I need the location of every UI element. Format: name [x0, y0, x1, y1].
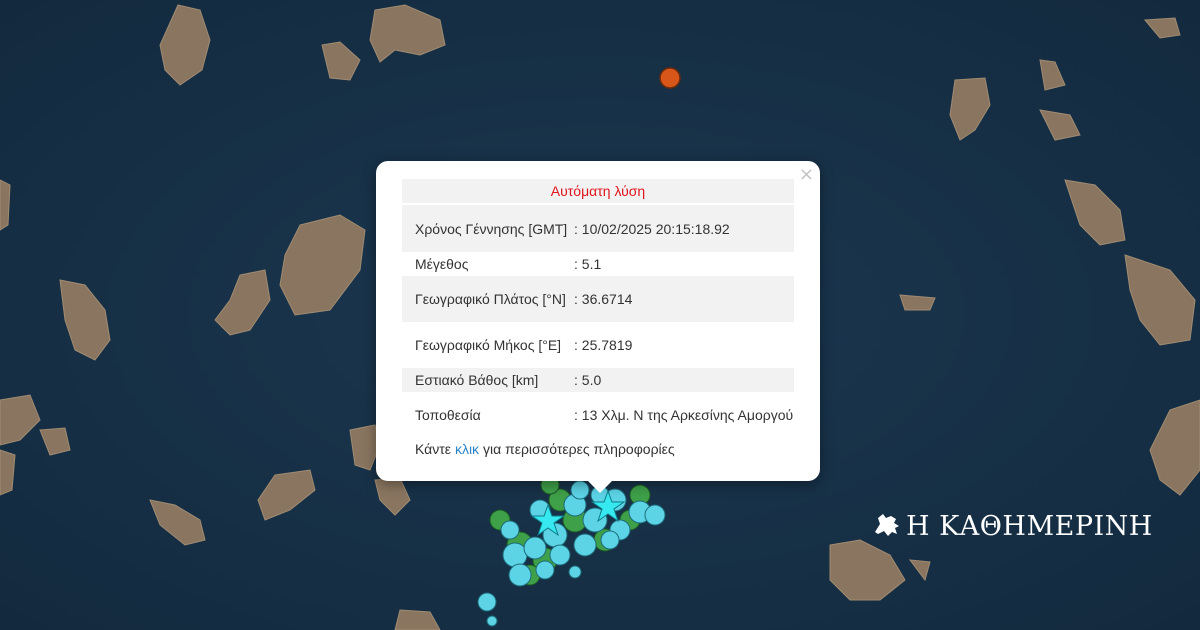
row-label-depth: Εστιακό Βάθος [km] [402, 368, 570, 392]
island [0, 179, 11, 231]
table-row: Γεωγραφικό Πλάτος [°N] : 36.6714 [402, 276, 794, 322]
row-value-depth: : 5.0 [570, 368, 794, 392]
event-info-table: Χρόνος Γέννησης [GMT] : 10/02/2025 20:15… [402, 205, 794, 438]
row-value-origin-time: : 10/02/2025 20:15:18.92 [570, 205, 794, 252]
row-value-latitude: : 36.6714 [570, 276, 794, 322]
publisher-logo: Η ΚΑΘΗΜΕΡΙΝΗ [872, 510, 1153, 545]
row-label-magnitude: Μέγεθος [415, 256, 469, 272]
row-label-latitude: Γεωγραφικό Πλάτος [°N] [402, 276, 570, 322]
row-label-location: Τοποθεσία [415, 407, 481, 423]
close-icon[interactable]: × [799, 165, 814, 185]
popup-title: Αυτόματη λύση [402, 179, 794, 203]
event-popup: × Αυτόματη λύση Χρόνος Γέννησης [GMT] : … [376, 161, 820, 481]
row-label-origin-time: Χρόνος Γέννησης [GMT] [402, 205, 570, 252]
more-info-line: Κάντε κλικ για περισσότερες πληροφορίες [415, 441, 675, 457]
more-info-suffix: για περισσότερες πληροφορίες [482, 441, 675, 457]
table-row: Γεωγραφικό Μήκος [°E] : 25.7819 [402, 322, 794, 368]
row-value-longitude: : 25.7819 [574, 337, 633, 353]
row-value-location: : 13 Χλμ. Ν της Αρκεσίνης Αμοργού [574, 407, 794, 423]
row-label-longitude: Γεωγραφικό Μήκος [°E] [415, 337, 562, 353]
table-row: Μέγεθος : 5.1 [402, 252, 794, 276]
popup-tip [586, 479, 614, 493]
row-value-magnitude: : 5.1 [574, 256, 602, 272]
table-row: Εστιακό Βάθος [km] : 5.0 [402, 368, 794, 392]
logo-text: Η ΚΑΘΗΜΕΡΙΝΗ [906, 511, 1153, 542]
table-row: Τοποθεσία : 13 Χλμ. Ν της Αρκεσίνης Αμορ… [402, 392, 794, 438]
more-info-link[interactable]: κλικ [455, 441, 479, 457]
table-row: Χρόνος Γέννησης [GMT] : 10/02/2025 20:15… [402, 205, 794, 252]
horse-rider-logo-icon [872, 510, 902, 545]
island [899, 294, 936, 311]
more-info-prefix: Κάντε [415, 441, 452, 457]
